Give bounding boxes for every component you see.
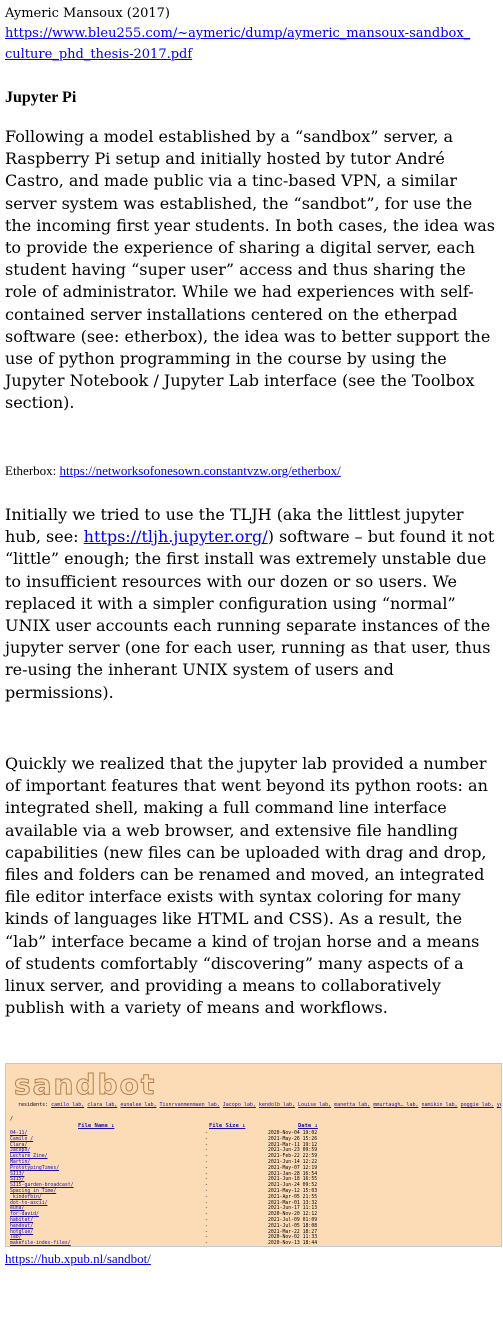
- screenshot-caption: https://hub.xpub.nl/sandbot/: [5, 1251, 151, 1267]
- citation-link-wrap: https://www.bleu255.com/~aymeric/dump/ay…: [5, 23, 475, 65]
- sandbot-logo: sandbot: [13, 1068, 157, 1102]
- resident-link[interactable]: namikin lab,: [422, 1102, 458, 1108]
- resident-link[interactable]: yeni lab,: [497, 1102, 501, 1108]
- sandbot-link[interactable]: https://hub.xpub.nl/sandbot/: [5, 1251, 151, 1266]
- residents-line: residents: camilo lab, clara lab, eunale…: [18, 1102, 501, 1108]
- paragraph-tljh-after: ) software – but found it not “little” e…: [5, 527, 495, 702]
- file-row: makefile-index-files/ - 2020-Nov-13 18:44: [10, 1241, 500, 1247]
- resident-link[interactable]: poggie lab,: [461, 1102, 494, 1108]
- tljh-link[interactable]: https://tljh.jupyter.org/: [84, 527, 268, 546]
- section-heading: Jupyter Pi: [5, 89, 77, 106]
- resident-link[interactable]: eunalee lab,: [120, 1102, 156, 1108]
- paragraph-tljh: Initially we tried to use the TLJH (aka …: [5, 504, 499, 704]
- column-header-size[interactable]: File Size ↓: [209, 1123, 245, 1129]
- resident-link[interactable]: clara lab,: [87, 1102, 117, 1108]
- resident-link[interactable]: Tisnrvanmenmaen lab,: [160, 1102, 220, 1108]
- sandbot-screenshot: sandbot residents: camilo lab, clara lab…: [5, 1063, 502, 1247]
- file-date: 2020-Nov-13 18:44: [268, 1241, 318, 1247]
- resident-link[interactable]: Jacopo lab,: [223, 1102, 256, 1108]
- etherbox-link[interactable]: https://networksofonesown.constantvzw.or…: [60, 463, 341, 478]
- citation-author: Aymeric Mansoux (2017): [5, 6, 171, 21]
- resident-link[interactable]: manetta lab,: [334, 1102, 370, 1108]
- etherbox-label: Etherbox:: [5, 463, 60, 478]
- paragraph-sandbox: Following a model established by a “sand…: [5, 127, 495, 413]
- etherbox-note: Etherbox: https://networksofonesown.cons…: [5, 463, 341, 479]
- residents-label: residents:: [18, 1102, 49, 1108]
- resident-link[interactable]: kendolb lab,: [259, 1102, 295, 1108]
- path-label: /: [10, 1116, 14, 1122]
- column-header-name[interactable]: File Name ↓: [78, 1123, 114, 1129]
- citation-link[interactable]: https://www.bleu255.com/~aymeric/dump/ay…: [5, 26, 470, 62]
- resident-link[interactable]: Louise lab,: [298, 1102, 331, 1108]
- file-name-link[interactable]: makefile-index-files/: [10, 1241, 71, 1246]
- paragraph-jupyterlab: Quickly we realized that the jupyter lab…: [5, 754, 488, 1018]
- resident-link[interactable]: mmurtaugh… lab,: [373, 1102, 418, 1108]
- file-listing: 04-11/-2020-Nov-04 19:02 Camilo / -2021-Ma…: [10, 1131, 500, 1247]
- file-size: -: [205, 1241, 208, 1247]
- resident-link[interactable]: camilo lab,: [51, 1102, 84, 1108]
- residents-list: camilo lab, clara lab, eunalee lab, Tisn…: [51, 1102, 501, 1108]
- column-header-date[interactable]: Date ↓: [298, 1123, 318, 1129]
